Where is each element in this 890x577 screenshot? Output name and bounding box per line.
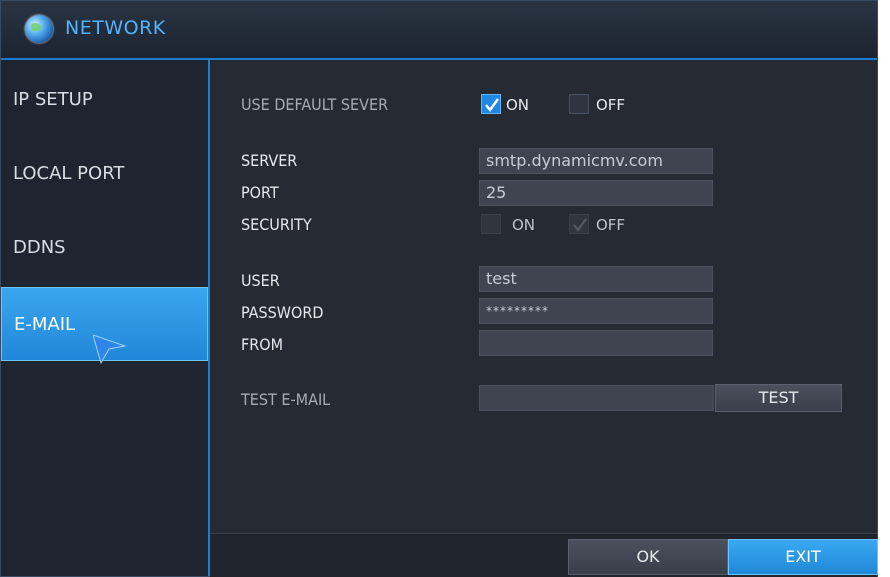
password-field[interactable]: ********* — [479, 298, 713, 324]
email-settings-panel: USE DEFAULT SEVER ON OFF SERVER smtp.dyn… — [210, 60, 877, 576]
use-default-server-on-checkbox[interactable] — [481, 94, 501, 114]
server-label: SERVER — [241, 151, 298, 170]
sidebar-item-label: DDNS — [13, 236, 66, 258]
use-default-server-off-checkbox[interactable] — [569, 94, 589, 114]
port-field[interactable]: 25 — [479, 180, 713, 206]
use-default-server-on-label: ON — [506, 96, 530, 114]
test-email-label: TEST E-MAIL — [241, 390, 331, 409]
sidebar-item-ip-setup[interactable]: IP SETUP — [1, 62, 208, 136]
server-field[interactable]: smtp.dynamicmv.com — [479, 148, 713, 174]
footer-bar: OK EXIT — [210, 533, 878, 577]
user-field[interactable]: test — [479, 266, 713, 292]
checkmark-icon — [485, 98, 500, 113]
port-label: PORT — [241, 183, 279, 202]
sidebar-item-ddns[interactable]: DDNS — [1, 210, 208, 284]
from-field[interactable] — [479, 330, 713, 356]
security-off-label: OFF — [596, 216, 626, 234]
password-label: PASSWORD — [241, 303, 324, 322]
globe-icon — [25, 15, 53, 43]
window-title: NETWORK — [65, 17, 166, 39]
test-email-field[interactable] — [479, 385, 714, 411]
from-label: FROM — [241, 335, 284, 354]
sidebar-item-label: E-MAIL — [14, 313, 76, 335]
user-label: USER — [241, 271, 280, 290]
security-on-checkbox[interactable] — [481, 214, 501, 234]
title-bar: NETWORK — [1, 1, 877, 60]
use-default-server-label: USE DEFAULT SEVER — [241, 95, 389, 114]
security-label: SECURITY — [241, 215, 312, 234]
use-default-server-off-label: OFF — [596, 96, 626, 114]
sidebar-item-local-port[interactable]: LOCAL PORT — [1, 136, 208, 210]
test-button[interactable]: TEST — [715, 384, 842, 412]
security-on-label: ON — [512, 216, 536, 234]
network-window: NETWORK IP SETUP LOCAL PORT DDNS E-MAIL … — [0, 0, 878, 577]
checkmark-icon — [573, 218, 587, 232]
exit-button[interactable]: EXIT — [728, 539, 878, 575]
sidebar-item-label: LOCAL PORT — [13, 162, 125, 184]
sidebar: IP SETUP LOCAL PORT DDNS E-MAIL — [1, 60, 210, 576]
sidebar-item-label: IP SETUP — [13, 88, 93, 110]
ok-button[interactable]: OK — [568, 539, 728, 575]
security-off-checkbox[interactable] — [569, 214, 589, 234]
